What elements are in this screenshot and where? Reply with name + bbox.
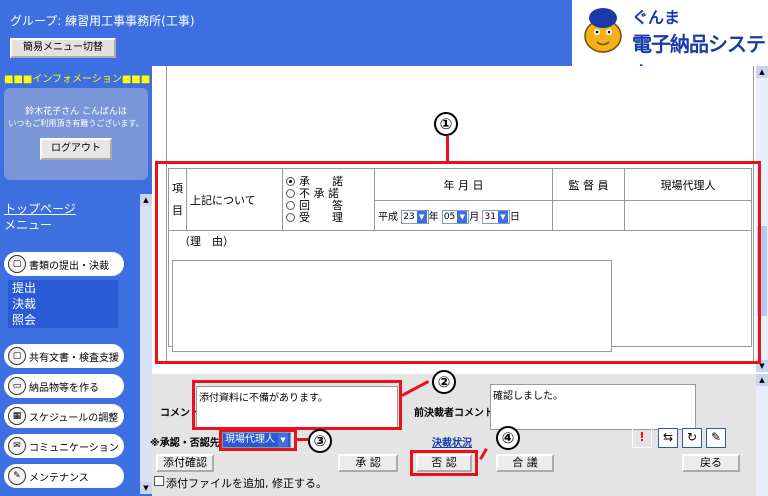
group-label: グループ: 練習用工事事務所(工事) bbox=[10, 14, 195, 28]
nav-communication[interactable]: ✉ コミュニケーション bbox=[4, 434, 124, 458]
simple-menu-button[interactable]: 簡易メニュー切替 bbox=[10, 38, 116, 58]
nav-label: 書類の提出・決裁 bbox=[29, 260, 109, 272]
nav-submit-approve[interactable]: ▢ 書類の提出・決裁 bbox=[4, 252, 124, 276]
nav-schedule[interactable]: ▦ スケジュールの調整 bbox=[4, 404, 124, 428]
back-button[interactable]: 戻る bbox=[682, 454, 740, 472]
box-icon: ▭ bbox=[8, 377, 26, 395]
nav-label: メンテナンス bbox=[29, 472, 89, 484]
nav-shared-docs[interactable]: ▢ 共有文書・検査支援 bbox=[4, 344, 124, 368]
refresh-icon[interactable]: ↻ bbox=[682, 428, 702, 448]
mail-icon: ✉ bbox=[8, 437, 26, 455]
sub-item-inquiry[interactable]: 照会 bbox=[8, 312, 118, 328]
annotation-box-4 bbox=[410, 450, 478, 476]
sidebar: ■■■インフォメーション■■■ 鈴木花子さん こんばんは いつもご利用頂き有難う… bbox=[0, 66, 152, 496]
annotation-line-1 bbox=[446, 136, 449, 162]
attach-checkbox[interactable] bbox=[154, 476, 164, 486]
scroll-down-icon[interactable]: ▼ bbox=[140, 482, 152, 494]
annotation-number-3: ③ bbox=[308, 429, 332, 453]
annotation-box-3 bbox=[219, 429, 297, 451]
bottom-scrollbar[interactable]: ▲ bbox=[756, 374, 768, 496]
annotation-box-2 bbox=[192, 380, 402, 430]
nav-label: コミュニケーション bbox=[29, 442, 119, 454]
logout-button[interactable]: ログアウト bbox=[40, 138, 112, 160]
nav-label: スケジュールの調整 bbox=[29, 412, 119, 424]
annotation-number-4: ④ bbox=[496, 426, 520, 450]
sub-item-approve[interactable]: 決裁 bbox=[8, 296, 118, 312]
prev-comment-textarea: 確認しました。 bbox=[490, 384, 696, 430]
flow-icon[interactable]: ⇆ bbox=[658, 428, 678, 448]
nav-create-deliverables[interactable]: ▭ 納品物等を作る bbox=[4, 374, 124, 398]
calendar-icon: ▦ bbox=[8, 407, 26, 425]
annotation-number-1: ① bbox=[434, 112, 458, 136]
menu-label: メニュー bbox=[4, 218, 53, 232]
scroll-up-icon[interactable]: ▲ bbox=[756, 66, 768, 78]
alert-icon[interactable]: ! bbox=[632, 428, 652, 448]
scroll-up-icon[interactable]: ▲ bbox=[140, 194, 152, 206]
submenu: 提出 決裁 照会 bbox=[8, 280, 118, 328]
user-greeting: 鈴木花子さん こんばんは bbox=[25, 107, 127, 117]
attach-checkbox-label: 添付ファイルを追加, 修正する。 bbox=[166, 477, 327, 490]
sub-item-submit[interactable]: 提出 bbox=[8, 280, 118, 296]
document-icon: ▢ bbox=[8, 255, 26, 273]
approve-button[interactable]: 承 認 bbox=[338, 454, 398, 472]
system-logo: ぐんま 電子納品システム bbox=[572, 0, 768, 85]
consult-button[interactable]: 合 議 bbox=[496, 454, 554, 472]
nav-maintenance[interactable]: ✎ メンテナンス bbox=[4, 464, 124, 488]
info-title: ■■■インフォメーション■■■ bbox=[4, 74, 151, 85]
prev-comment-label: 前決裁者コメント bbox=[414, 408, 494, 419]
scroll-up-icon[interactable]: ▲ bbox=[756, 374, 768, 386]
wrench-icon: ✎ bbox=[8, 467, 26, 485]
nav-label: 共有文書・検査支援 bbox=[29, 352, 119, 364]
approval-status-link[interactable]: 決裁状況 bbox=[432, 434, 472, 449]
annotation-line-3 bbox=[296, 438, 308, 441]
memo-icon[interactable]: ✎ bbox=[706, 428, 726, 448]
user-info-box: 鈴木花子さん こんばんは いつもご利用頂き有難うございます。 ログアウト bbox=[4, 88, 148, 180]
sidebar-scrollbar[interactable]: ▲ ▼ bbox=[140, 194, 152, 494]
top-page-link[interactable]: トップページ bbox=[4, 200, 76, 217]
nav-label: 納品物等を作る bbox=[29, 382, 99, 394]
attach-confirm-button[interactable]: 添付確認 bbox=[156, 454, 214, 472]
document-icon: ▢ bbox=[8, 347, 26, 365]
annotation-box-1 bbox=[155, 161, 761, 364]
approver-label: ※承認・否認先 bbox=[150, 438, 220, 449]
annotation-number-2: ② bbox=[432, 370, 456, 394]
mascot-icon bbox=[584, 8, 622, 53]
user-message: いつもご利用頂き有難うございます。 bbox=[8, 119, 144, 128]
logo-text-top: ぐんま bbox=[632, 8, 681, 27]
